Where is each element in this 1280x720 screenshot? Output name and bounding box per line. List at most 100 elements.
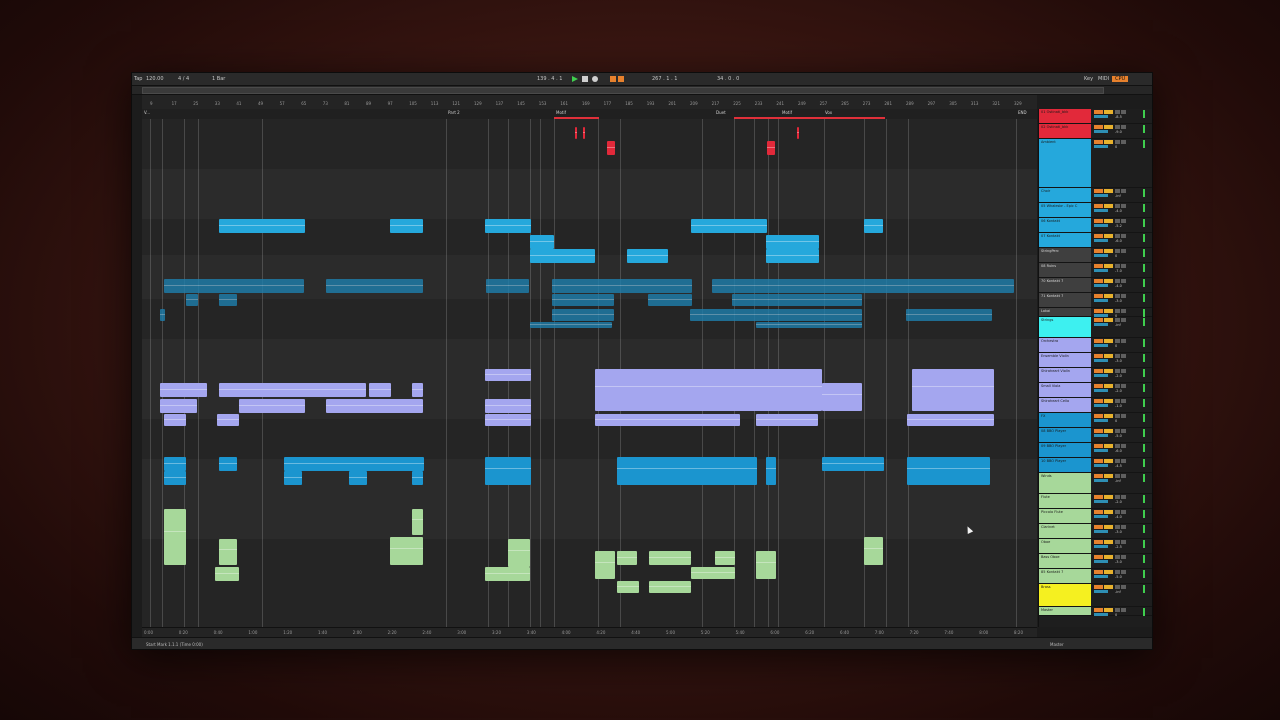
volume-slider[interactable] bbox=[1094, 404, 1108, 407]
track-color[interactable]: Brass bbox=[1039, 584, 1091, 606]
solo-button[interactable] bbox=[1104, 555, 1113, 559]
volume-value[interactable]: 0 bbox=[1115, 344, 1117, 348]
stop-icon[interactable] bbox=[582, 76, 588, 82]
clip[interactable] bbox=[712, 279, 1014, 293]
track-activator-button[interactable] bbox=[1094, 414, 1103, 418]
arm-button[interactable] bbox=[1115, 264, 1120, 268]
volume-value[interactable]: -2.0 bbox=[1115, 389, 1122, 393]
volume-slider[interactable] bbox=[1094, 464, 1108, 467]
track-name[interactable]: Shiraheart Cello bbox=[1041, 399, 1089, 403]
volume-value[interactable]: -inf bbox=[1115, 323, 1121, 327]
track-activator-button[interactable] bbox=[1094, 384, 1103, 388]
track-activator-button[interactable] bbox=[1094, 219, 1103, 223]
arm-button[interactable] bbox=[1115, 414, 1120, 418]
monitor-button[interactable] bbox=[1121, 219, 1126, 223]
clip[interactable] bbox=[797, 127, 799, 139]
track-activator-button[interactable] bbox=[1094, 570, 1103, 574]
clip[interactable] bbox=[912, 369, 994, 411]
clip[interactable] bbox=[617, 551, 637, 565]
track-name[interactable]: Ensemble Violin bbox=[1041, 354, 1089, 358]
clip[interactable] bbox=[164, 509, 186, 565]
track-header[interactable]: Strings -inf bbox=[1039, 317, 1152, 338]
track-color[interactable]: Winds bbox=[1039, 473, 1091, 493]
monitor-button[interactable] bbox=[1121, 399, 1126, 403]
track-header[interactable]: Oboe -2.5 bbox=[1039, 539, 1152, 554]
clip[interactable] bbox=[691, 567, 735, 579]
monitor-button[interactable] bbox=[1121, 279, 1126, 283]
arm-button[interactable] bbox=[1115, 444, 1120, 448]
clip[interactable] bbox=[215, 567, 239, 581]
quantize-menu[interactable]: 1 Bar bbox=[212, 76, 225, 82]
arm-button[interactable] bbox=[1115, 318, 1120, 322]
track-color[interactable]: Flute bbox=[1039, 494, 1091, 508]
loop-start-field[interactable]: 267 . 1 . 1 bbox=[652, 76, 677, 82]
track-activator-button[interactable] bbox=[1094, 429, 1103, 433]
track-color[interactable]: 70 Kontakt 7 bbox=[1039, 278, 1091, 292]
solo-button[interactable] bbox=[1104, 219, 1113, 223]
clip[interactable] bbox=[766, 457, 776, 485]
clip[interactable] bbox=[617, 457, 757, 485]
track-color[interactable]: Small Viola bbox=[1039, 383, 1091, 397]
volume-slider[interactable] bbox=[1094, 575, 1108, 578]
track-name[interactable]: Master bbox=[1041, 608, 1089, 612]
track-header[interactable]: Shiraheart Cello -1.0 bbox=[1039, 398, 1152, 413]
volume-value[interactable]: -5.0 bbox=[1115, 434, 1122, 438]
solo-button[interactable] bbox=[1104, 510, 1113, 514]
track-color[interactable]: 85 Kontakt 7 bbox=[1039, 569, 1091, 583]
monitor-button[interactable] bbox=[1121, 354, 1126, 358]
track-color[interactable]: Ambient bbox=[1039, 139, 1091, 187]
clip[interactable] bbox=[766, 235, 819, 249]
volume-slider[interactable] bbox=[1094, 254, 1108, 257]
track-name[interactable]: Orchestra bbox=[1041, 339, 1089, 343]
arrangement-overview[interactable] bbox=[132, 86, 1152, 95]
clip[interactable] bbox=[822, 457, 884, 471]
clip[interactable] bbox=[649, 551, 691, 565]
clip[interactable] bbox=[485, 457, 531, 485]
volume-value[interactable]: -7.0 bbox=[1115, 269, 1122, 273]
clip[interactable] bbox=[552, 279, 692, 293]
track-color[interactable]: 71 Kontakt 7 bbox=[1039, 293, 1091, 307]
volume-value[interactable]: -inf bbox=[1115, 479, 1121, 483]
track-color[interactable]: Lokai bbox=[1039, 308, 1091, 316]
volume-slider[interactable] bbox=[1094, 224, 1108, 227]
monitor-button[interactable] bbox=[1121, 474, 1126, 478]
volume-value[interactable]: -inf bbox=[1115, 590, 1121, 594]
volume-slider[interactable] bbox=[1094, 530, 1108, 533]
track-header[interactable]: Bass Oboe -3.0 bbox=[1039, 554, 1152, 569]
monitor-button[interactable] bbox=[1121, 510, 1126, 514]
clip[interactable] bbox=[648, 294, 692, 306]
volume-slider[interactable] bbox=[1094, 515, 1108, 518]
clip[interactable] bbox=[907, 457, 990, 485]
arm-button[interactable] bbox=[1115, 459, 1120, 463]
volume-value[interactable]: -2.0 bbox=[1115, 500, 1122, 504]
solo-button[interactable] bbox=[1104, 309, 1113, 313]
arm-button[interactable] bbox=[1115, 339, 1120, 343]
track-activator-button[interactable] bbox=[1094, 399, 1103, 403]
track-color[interactable]: Clarinet bbox=[1039, 524, 1091, 538]
volume-value[interactable]: -4.0 bbox=[1115, 515, 1122, 519]
clip[interactable] bbox=[219, 457, 237, 471]
monitor-button[interactable] bbox=[1121, 608, 1126, 612]
volume-value[interactable]: -inf bbox=[1115, 194, 1121, 198]
clip[interactable] bbox=[649, 581, 691, 593]
track-color[interactable]: FX bbox=[1039, 413, 1091, 427]
clip[interactable] bbox=[486, 279, 529, 293]
solo-button[interactable] bbox=[1104, 264, 1113, 268]
clip[interactable] bbox=[219, 294, 237, 306]
track-name[interactable]: Brass bbox=[1041, 585, 1089, 589]
track-name[interactable]: 01 Ostinati_bkk bbox=[1041, 110, 1089, 114]
arm-button[interactable] bbox=[1115, 189, 1120, 193]
volume-slider[interactable] bbox=[1094, 434, 1108, 437]
song-position-field[interactable]: 139 . 4 . 1 bbox=[537, 76, 562, 82]
volume-slider[interactable] bbox=[1094, 145, 1108, 148]
track-header[interactable]: 01 Ostinati_bkk -8.5 bbox=[1039, 109, 1152, 124]
track-name[interactable]: 10 BBO Player bbox=[1041, 459, 1089, 463]
solo-button[interactable] bbox=[1104, 585, 1113, 589]
track-header[interactable]: 02 Ostinati_bkk -9.0 bbox=[1039, 124, 1152, 139]
track-name[interactable]: Oboe bbox=[1041, 540, 1089, 544]
tap-button[interactable]: Tap bbox=[134, 76, 142, 82]
arm-button[interactable] bbox=[1115, 570, 1120, 574]
arm-button[interactable] bbox=[1115, 279, 1120, 283]
clip[interactable] bbox=[907, 414, 994, 426]
arm-button[interactable] bbox=[1115, 510, 1120, 514]
